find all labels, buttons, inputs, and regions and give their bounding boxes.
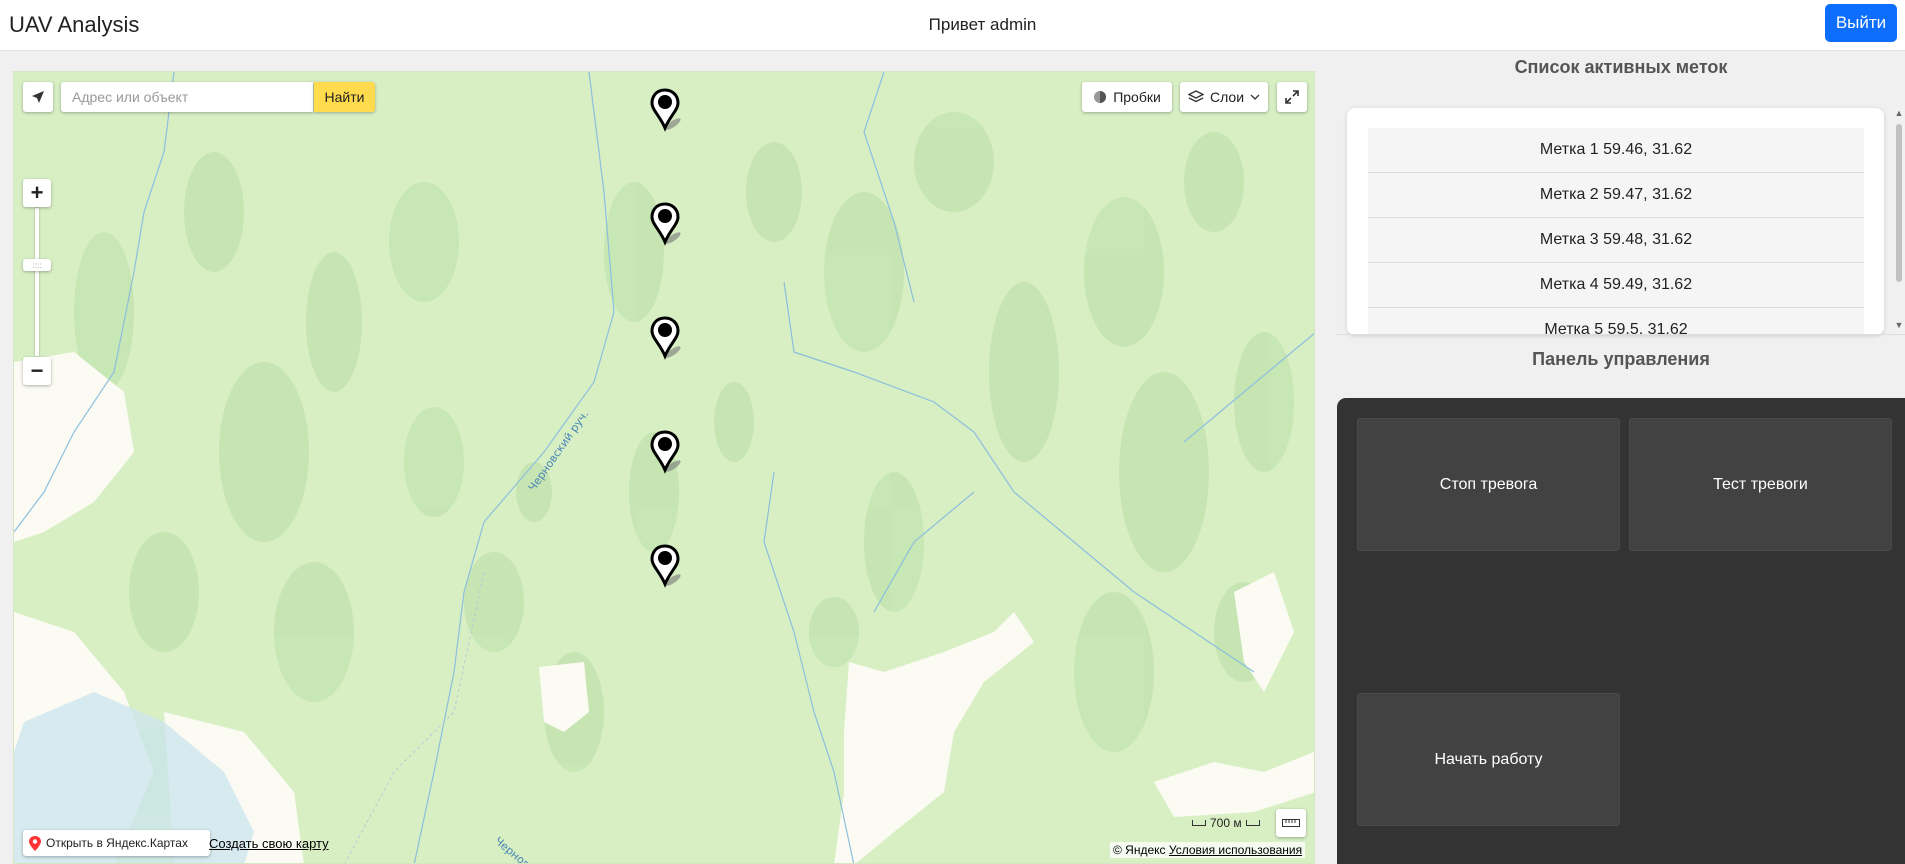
navigation-arrow-icon: [32, 91, 44, 103]
map-copyright: © Яндекс Условия использования: [1110, 842, 1306, 858]
traffic-light-icon: [1094, 91, 1107, 103]
map-marker[interactable]: [650, 544, 690, 588]
yandex-map[interactable]: Черновский руч. Черновск Адрес или объек…: [13, 71, 1315, 864]
control-panel-title: Панель управления: [1532, 349, 1710, 369]
logout-button[interactable]: Выйти: [1825, 4, 1897, 42]
search-button[interactable]: Найти: [314, 82, 375, 112]
ruler-icon: [1282, 819, 1300, 827]
markers-list-title: Список активных меток: [1514, 57, 1728, 77]
zoom-out-button[interactable]: −: [23, 357, 51, 385]
marker-list-item[interactable]: Метка 2 59.47, 31.62: [1368, 173, 1864, 218]
marker-list-item[interactable]: Метка 1 59.46, 31.62: [1368, 128, 1864, 173]
markers-list: Метка 1 59.46, 31.62 Метка 2 59.47, 31.6…: [1347, 108, 1884, 335]
scale-line: [1192, 820, 1206, 826]
map-marker[interactable]: [650, 88, 690, 132]
create-map-link[interactable]: Создать свою карту: [209, 836, 329, 851]
zoom-slider-track[interactable]: [35, 208, 39, 356]
copyright-text: © Яндекс: [1113, 843, 1166, 857]
app-title[interactable]: UAV Analysis: [9, 12, 139, 38]
zoom-slider-handle[interactable]: ::::: [23, 259, 51, 271]
marker-list-item[interactable]: Метка 3 59.48, 31.62: [1368, 218, 1864, 263]
scroll-down-arrow-icon[interactable]: ▼: [1893, 320, 1905, 330]
scroll-up-arrow-icon[interactable]: ▲: [1893, 108, 1905, 118]
map-marker[interactable]: [650, 316, 690, 360]
stream-label-2: Черновск: [492, 834, 542, 864]
layers-label: Слои: [1209, 89, 1245, 105]
marker-list-item[interactable]: Метка 4 59.49, 31.62: [1368, 263, 1864, 308]
address-search-input[interactable]: Адрес или объект: [61, 82, 313, 112]
map-marker[interactable]: [650, 202, 690, 246]
geolocation-button[interactable]: [23, 82, 53, 112]
start-work-button[interactable]: Начать работу: [1357, 693, 1620, 826]
scale-line: [1245, 820, 1260, 826]
user-greeting: Привет admin: [928, 15, 1037, 34]
open-in-yandex-label: Открыть в Яндекс.Картах: [46, 836, 188, 850]
scale-label: 700 м: [1210, 816, 1242, 830]
map-marker[interactable]: [650, 430, 690, 474]
layers-icon: [1187, 90, 1204, 103]
traffic-label: Пробки: [1113, 89, 1161, 105]
fullscreen-button[interactable]: [1277, 82, 1307, 112]
scrollbar-thumb[interactable]: [1896, 124, 1902, 282]
map-scale: 700 м: [1192, 816, 1260, 830]
ruler-button[interactable]: [1276, 809, 1306, 837]
zoom-in-button[interactable]: +: [23, 179, 51, 207]
traffic-button[interactable]: Пробки: [1082, 82, 1172, 112]
marker-list-item[interactable]: Метка 5 59.5, 31.62: [1368, 308, 1864, 335]
location-pin-icon: [29, 835, 41, 851]
stream-label: Черновский руч.: [526, 408, 592, 494]
open-in-yandex-link[interactable]: Открыть в Яндекс.Картах: [23, 830, 210, 856]
terms-link[interactable]: Условия использования: [1169, 843, 1302, 857]
test-alarm-button[interactable]: Тест тревоги: [1629, 418, 1892, 551]
stop-alarm-button[interactable]: Стоп тревога: [1357, 418, 1620, 551]
top-navbar: UAV Analysis Привет admin Выйти: [0, 0, 1905, 51]
layers-button[interactable]: Слои: [1180, 82, 1268, 112]
markers-list-scrollbar[interactable]: ▲ ▼: [1893, 108, 1905, 334]
section-divider: [1337, 334, 1905, 335]
expand-icon: [1285, 90, 1299, 104]
control-panel: Стоп тревога Тест тревоги Начать работу: [1337, 398, 1905, 864]
chevron-down-icon: [1250, 94, 1260, 100]
